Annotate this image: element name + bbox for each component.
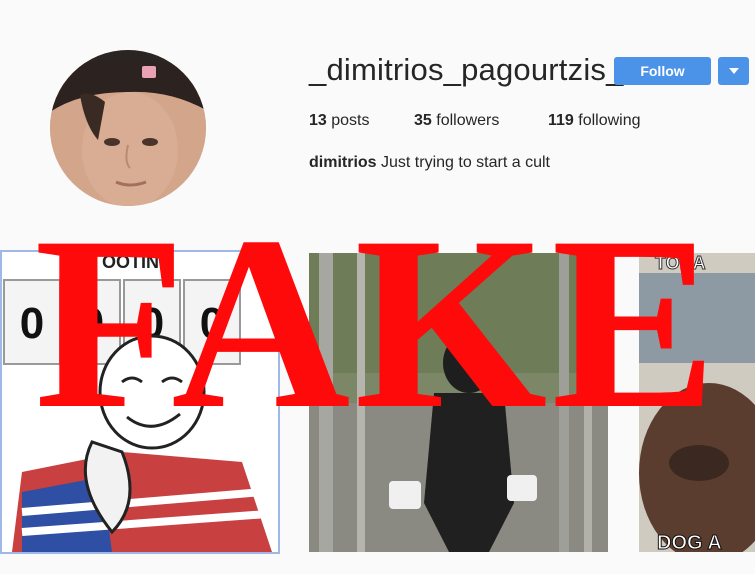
profile-avatar[interactable]: [50, 50, 206, 206]
bio-name: dimitrios: [309, 154, 377, 171]
tile3-footer: DOG A: [657, 532, 722, 552]
followers-count: 35: [414, 112, 432, 129]
username: _dimitrios_pagourtzis_: [309, 52, 624, 87]
followers-label: followers: [436, 112, 500, 129]
posts-count: 13: [309, 112, 327, 129]
profile-bio: dimitrios Just trying to start a cult: [309, 154, 550, 172]
posts-label: posts: [331, 112, 370, 129]
avatar-photo: [50, 50, 206, 206]
followers-stat[interactable]: 35 followers: [414, 112, 499, 130]
caret-down-icon: [728, 68, 739, 74]
following-label: following: [578, 112, 641, 129]
follow-options-button[interactable]: [718, 57, 749, 85]
bio-text: Just trying to start a cult: [381, 154, 550, 171]
follow-button[interactable]: Follow: [614, 57, 711, 85]
following-stat[interactable]: 119 following: [548, 112, 641, 130]
fake-stamp: FAKE: [34, 185, 721, 460]
posts-stat[interactable]: 13 posts: [309, 112, 370, 130]
following-count: 119: [548, 112, 574, 129]
